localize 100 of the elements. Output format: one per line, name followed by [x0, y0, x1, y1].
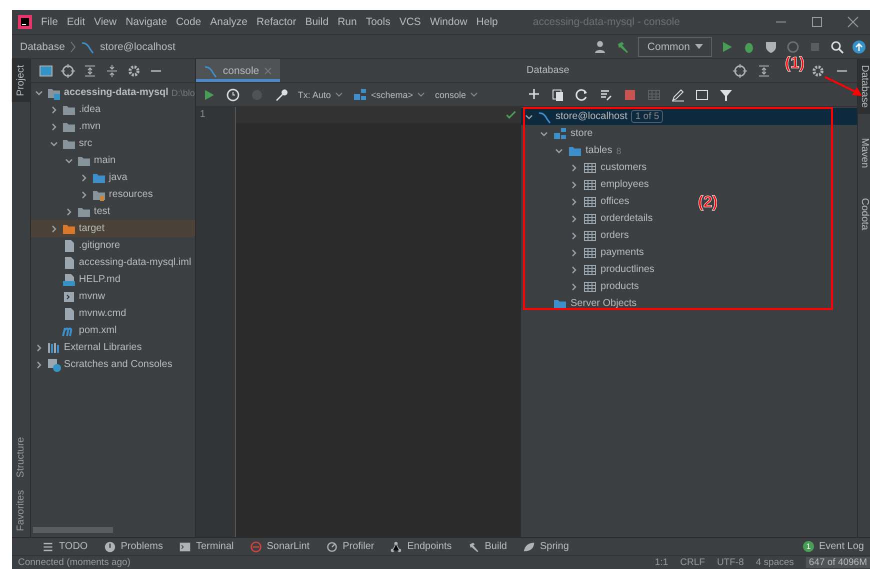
editor-tab[interactable]: console — [196, 59, 280, 82]
menu-item[interactable]: VCS — [399, 16, 421, 28]
tree-row[interactable]: HELP.md — [30, 271, 120, 288]
tree-row[interactable]: products — [520, 278, 639, 295]
node-label: store — [570, 128, 593, 139]
breadcrumb[interactable]: store@localhost — [100, 40, 176, 52]
tree-row[interactable]: offices — [520, 193, 630, 210]
tool-window-button[interactable]: Spring — [517, 540, 575, 552]
side-tab[interactable]: Favorites — [12, 484, 30, 537]
status-item[interactable]: 4 spaces — [756, 557, 794, 568]
tool-window-button[interactable]: Profiler — [320, 540, 380, 552]
tree-row[interactable]: resources — [30, 186, 153, 203]
menu-item[interactable]: Edit — [66, 16, 86, 28]
maximize-icon[interactable] — [810, 15, 824, 29]
tree-row[interactable]: .idea — [30, 101, 101, 118]
menu-item[interactable]: Refactor — [256, 16, 296, 28]
tree-row[interactable]: mvnw.cmd — [30, 305, 126, 322]
run-icon[interactable] — [720, 40, 734, 54]
session-dropdown[interactable]: console — [434, 90, 478, 100]
tree-row[interactable]: External Libraries — [30, 339, 142, 356]
menu-item[interactable]: Window — [430, 16, 468, 28]
tool-window-button[interactable]: Endpoints — [384, 540, 458, 552]
tree-row[interactable]: accessing-data-mysql.iml — [30, 254, 192, 271]
tree-row[interactable]: .mvn — [30, 118, 101, 135]
side-tab[interactable]: Maven — [858, 132, 870, 174]
tool-window-button[interactable]: TODO — [36, 540, 94, 552]
tree-row[interactable]: java — [30, 169, 128, 186]
menu-item[interactable]: View — [94, 16, 117, 28]
memory-indicator[interactable]: 647 of 4096M — [806, 557, 870, 568]
tree-row[interactable]: .gitignore — [30, 237, 120, 254]
pencil-icon[interactable] — [670, 88, 685, 102]
status-item[interactable]: CRLF — [680, 557, 705, 568]
filter-icon[interactable] — [718, 88, 733, 102]
tree-row[interactable]: mvnw — [30, 288, 106, 305]
table-icon — [582, 280, 597, 294]
expand-all-icon[interactable] — [82, 64, 97, 78]
run-config-dropdown[interactable]: Common — [638, 36, 712, 56]
tree-row[interactable]: payments — [520, 244, 644, 261]
search-icon[interactable] — [830, 40, 844, 54]
tree-row[interactable]: store — [520, 125, 593, 142]
tool-window-button[interactable]: Terminal — [172, 540, 240, 552]
add-icon[interactable] — [526, 88, 541, 102]
node-label: orderdetails — [600, 213, 653, 224]
schema-dropdown[interactable]: <schema> — [352, 88, 425, 102]
tree-row[interactable]: src — [30, 135, 92, 152]
tree-row[interactable]: employees — [520, 176, 649, 193]
tool-window-button[interactable]: Problems — [98, 540, 169, 552]
copy-icon[interactable] — [550, 88, 565, 102]
refresh-icon[interactable] — [574, 88, 589, 102]
side-tab[interactable]: Structure — [12, 431, 30, 484]
event-log-button[interactable]: 1 Event Log — [796, 541, 870, 552]
side-tab[interactable]: Project — [12, 59, 30, 102]
menu-item[interactable]: Run — [338, 16, 357, 28]
breadcrumb[interactable]: Database — [20, 40, 65, 52]
mysql-icon — [204, 64, 218, 78]
tree-row[interactable]: pom.xml — [30, 322, 117, 339]
mysql-icon — [538, 110, 552, 124]
close-icon[interactable] — [846, 15, 860, 29]
tree-row[interactable]: store@localhost 1 of 5 — [520, 108, 858, 125]
collapse-all-icon[interactable] — [104, 64, 119, 78]
node-label: payments — [600, 247, 644, 258]
settings-icon[interactable] — [811, 64, 826, 78]
tree-row[interactable]: target — [30, 220, 195, 237]
panel-icon[interactable] — [38, 64, 53, 78]
target-icon[interactable] — [733, 64, 748, 78]
tool-window-button[interactable]: SonarLint — [244, 540, 316, 552]
tree-row[interactable]: main — [30, 152, 116, 169]
tree-row[interactable]: accessing-data-mysql D:\blo — [30, 84, 195, 101]
clock-icon[interactable] — [226, 88, 240, 102]
side-tab[interactable]: Codota — [858, 192, 870, 236]
transaction-dropdown[interactable]: Tx: Auto — [298, 90, 343, 100]
status-item[interactable]: UTF-8 — [716, 557, 744, 568]
target-icon[interactable] — [60, 64, 75, 78]
table-icon — [582, 228, 597, 242]
menu-item[interactable]: File — [41, 16, 58, 28]
tree-row[interactable]: customers — [520, 159, 647, 176]
expand-all-icon[interactable] — [757, 64, 772, 78]
nodes-icon — [390, 540, 402, 552]
tree-row[interactable]: test — [30, 203, 110, 220]
menu-item[interactable]: Build — [305, 16, 329, 28]
menu-item[interactable]: Help — [476, 16, 498, 28]
menu-item[interactable]: Analyze — [210, 16, 248, 28]
tree-row[interactable]: Server Objects — [520, 295, 637, 312]
console-icon[interactable] — [694, 88, 709, 102]
tool-window-button[interactable]: Build — [462, 540, 513, 552]
tree-row[interactable]: orderdetails — [520, 210, 653, 227]
annotation-label: (1) — [785, 55, 805, 73]
menu-item[interactable]: Navigate — [126, 16, 168, 28]
status-item[interactable]: 1:1 — [654, 557, 668, 568]
tree-row[interactable]: tables 8 — [520, 142, 622, 159]
upload-icon[interactable] — [852, 40, 866, 54]
tree-row[interactable]: orders — [520, 227, 629, 244]
menu-item[interactable]: Tools — [366, 16, 390, 28]
tree-row[interactable]: Scratches and Consoles — [30, 356, 172, 373]
side-tab[interactable]: Database — [858, 59, 870, 114]
shield-icon[interactable] — [764, 40, 778, 54]
node-label: pom.xml — [78, 325, 117, 336]
tree-row[interactable]: productlines — [520, 261, 654, 278]
menu-item[interactable]: Code — [176, 16, 202, 28]
settings-icon[interactable] — [126, 64, 141, 78]
